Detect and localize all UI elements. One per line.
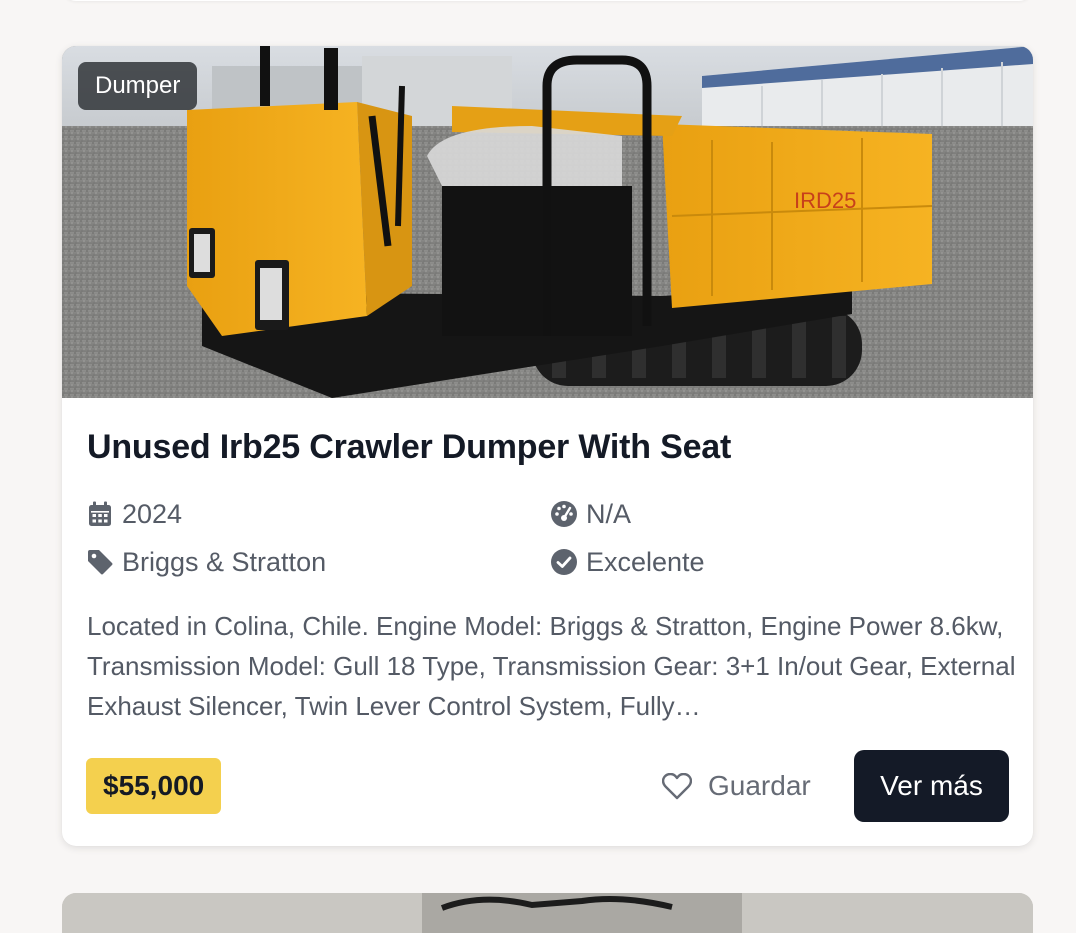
save-label: Guardar xyxy=(708,770,811,801)
dumper-photo: IRD25 xyxy=(62,46,1033,398)
spec-hours-value: N/A xyxy=(586,498,632,529)
image-marking: IRD25 xyxy=(794,188,856,213)
category-badge: Dumper xyxy=(78,62,198,110)
spec-condition: Excelente xyxy=(550,545,705,579)
listing-title[interactable]: Unused Irb25 Crawler Dumper With Seat xyxy=(87,428,731,467)
spec-condition-value: Excelente xyxy=(586,546,705,577)
heart-icon xyxy=(662,772,692,800)
tag-icon xyxy=(86,548,114,576)
listing-description: Located in Colina, Chile. Engine Model: … xyxy=(87,611,1016,721)
spec-hours: N/A xyxy=(550,497,631,531)
next-listing-card[interactable] xyxy=(62,893,1033,933)
spec-year-value: 2024 xyxy=(122,498,183,529)
gauge-icon xyxy=(550,500,578,528)
listing-card: IRD25 Dumper Unused Irb25 Crawler Dumper… xyxy=(62,46,1033,846)
spec-brand-value: Briggs & Stratton xyxy=(122,546,327,577)
next-listing-photo xyxy=(62,893,1033,933)
spec-year: 2024 xyxy=(86,497,182,531)
save-button[interactable]: Guardar xyxy=(662,758,811,814)
price-badge: $55,000 xyxy=(86,758,222,814)
previous-card-edge xyxy=(62,0,1033,1)
listing-photo[interactable]: IRD25 Dumper xyxy=(62,46,1033,398)
check-circle-icon xyxy=(550,548,578,576)
spec-brand: Briggs & Stratton xyxy=(86,545,326,579)
view-more-button[interactable]: Ver más xyxy=(854,750,1009,822)
calendar-icon xyxy=(86,500,114,528)
